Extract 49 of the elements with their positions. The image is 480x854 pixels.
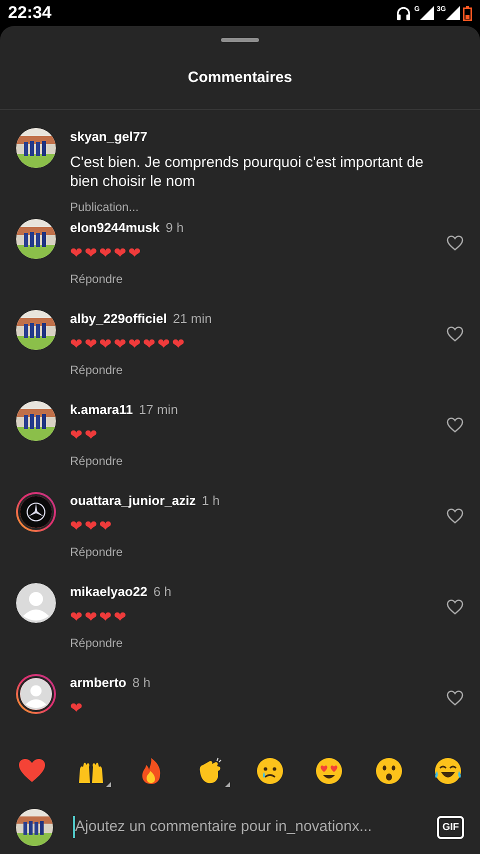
heart-outline-icon[interactable] — [446, 598, 464, 616]
reply-link[interactable]: Répondre — [70, 634, 438, 652]
comment-time: 8 h — [132, 674, 150, 692]
star-logo-icon — [20, 496, 52, 528]
status-time: 22:34 — [8, 2, 52, 24]
reply-link[interactable]: Répondre — [70, 452, 438, 470]
heart-outline-icon[interactable] — [446, 689, 464, 707]
signal-icon — [446, 6, 460, 20]
comment-time: 1 h — [202, 492, 220, 510]
heart-outline-icon[interactable] — [446, 325, 464, 343]
username[interactable]: elon9244musk — [70, 218, 160, 238]
comment-text: ❤❤❤❤❤ — [70, 244, 144, 262]
username[interactable]: k.amara11 — [70, 400, 133, 420]
sheet-title: Commentaires — [188, 68, 292, 88]
drag-handle[interactable] — [221, 38, 259, 42]
username[interactable]: alby_229officiel — [70, 309, 167, 328]
reply-link[interactable]: Répondre — [70, 542, 438, 560]
comment-time: 17 min — [138, 401, 178, 419]
comment-input[interactable]: Ajoutez un commentaire pour in_novationx... — [73, 816, 418, 838]
headphones-icon — [396, 6, 412, 20]
comment-time: 21 min — [172, 310, 212, 328]
heart-emoji-icon — [18, 757, 46, 785]
username[interactable]: ouattara_junior_aziz — [70, 491, 196, 510]
signal-icon — [420, 6, 434, 20]
comment-text: ❤❤❤ — [70, 516, 115, 536]
comment-time: 6 h — [153, 583, 172, 601]
username[interactable]: skyan_gel77 — [70, 127, 148, 146]
comment-text: ❤❤❤❤ — [70, 608, 130, 626]
comment-text: ❤❤ — [70, 426, 100, 444]
reply-link[interactable]: Répondre — [70, 270, 438, 288]
username[interactable]: armberto — [70, 673, 126, 692]
comment-text: ❤❤❤❤❤❤❤❤ — [70, 334, 188, 354]
crying-emoji-icon — [256, 757, 284, 785]
surprised-emoji-icon — [374, 757, 403, 785]
heart-outline-icon[interactable] — [446, 416, 464, 434]
default-avatar-icon — [20, 678, 52, 710]
heart-outline-icon[interactable] — [446, 234, 464, 252]
username[interactable]: mikaelyao22 — [70, 582, 148, 602]
reply-link[interactable]: Répondre — [70, 360, 438, 378]
status-text: Publication... — [70, 198, 140, 216]
default-avatar-icon — [16, 583, 56, 623]
comment-text: C'est bien. Je comprends pourquoi c'est important de bien choisir le nom — [70, 152, 424, 190]
laughing-emoji-icon — [434, 757, 462, 785]
comment-time: 9 h — [166, 219, 184, 237]
battery-icon — [463, 6, 472, 20]
comment-text: ❤ — [70, 698, 86, 718]
gif-button[interactable]: GIF — [437, 816, 464, 838]
heart-eyes-emoji-icon — [315, 757, 344, 785]
heart-outline-icon[interactable] — [446, 507, 464, 525]
